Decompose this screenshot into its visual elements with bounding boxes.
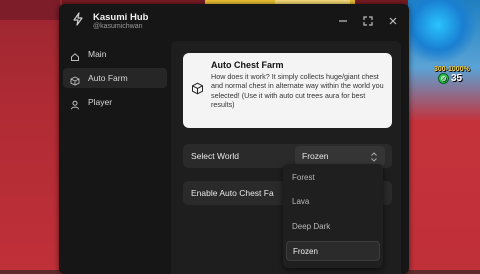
hud-coin-counter: ◎ 35 [436,72,466,85]
sidebar-item-label: Auto Farm [88,73,128,83]
maximize-icon[interactable] [362,14,374,26]
sidebar-item-main[interactable]: Main [63,44,167,64]
user-icon [70,97,80,110]
world-option-deep-dark[interactable]: Deep Dark [286,217,380,237]
lightning-logo-icon [71,12,85,26]
box-icon [70,73,80,86]
sidebar-item-player[interactable]: Player [63,92,167,112]
minimize-icon[interactable] [337,14,349,26]
enable-auto-chest-label: Enable Auto Chest Fa [191,188,274,198]
world-option-label: Lava [292,197,310,206]
world-option-lava[interactable]: Lava [286,192,380,212]
info-description: How does it work? It simply collects hug… [211,72,384,109]
info-title: Auto Chest Farm [211,60,284,70]
world-option-label: Forest [292,173,315,182]
sidebar-item-label: Main [88,49,107,59]
app-title: Kasumi Hub [93,12,149,23]
app-subtitle: @kasumichwan [93,23,143,30]
sidebar-item-auto-farm[interactable]: Auto Farm [63,68,167,88]
hud-coin-count: 35 [451,73,463,84]
chevron-up-down-icon [370,150,378,162]
close-icon[interactable] [387,14,399,26]
world-option-label: Frozen [293,247,318,256]
sidebar: Main Auto Farm Player [59,38,171,274]
game-left-scene [0,0,62,270]
world-select-value: Frozen [302,151,329,161]
world-option-frozen[interactable]: Frozen [286,241,380,261]
box-icon [191,82,204,95]
world-select[interactable]: Frozen [295,146,385,166]
home-icon [70,49,80,61]
info-card: Auto Chest Farm How does it work? It sim… [183,53,392,128]
sidebar-item-label: Player [88,97,113,107]
world-option-label: Deep Dark [292,222,331,231]
game-pet [410,0,480,62]
select-world-label: Select World [191,151,240,161]
world-dropdown-menu: Forest Lava Deep Dark Frozen [283,164,383,268]
world-option-forest[interactable]: Forest [286,168,380,188]
title-bar[interactable]: Kasumi Hub @kasumichwan [59,4,409,36]
coin-icon: ◎ [438,73,449,84]
game-sign-left [0,0,60,20]
